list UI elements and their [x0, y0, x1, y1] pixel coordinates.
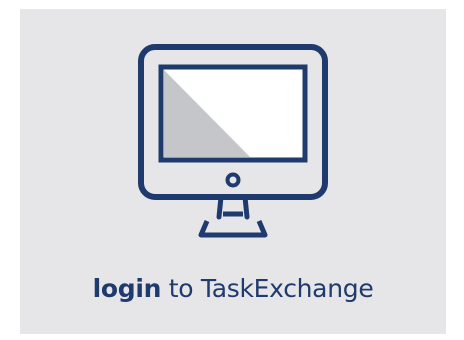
monitor-icon [138, 44, 328, 238]
caption-text: to TaskExchange [161, 274, 374, 303]
login-caption: login to TaskExchange [20, 274, 446, 303]
login-link[interactable]: login [93, 274, 162, 303]
login-tile[interactable]: login to TaskExchange [20, 9, 446, 334]
